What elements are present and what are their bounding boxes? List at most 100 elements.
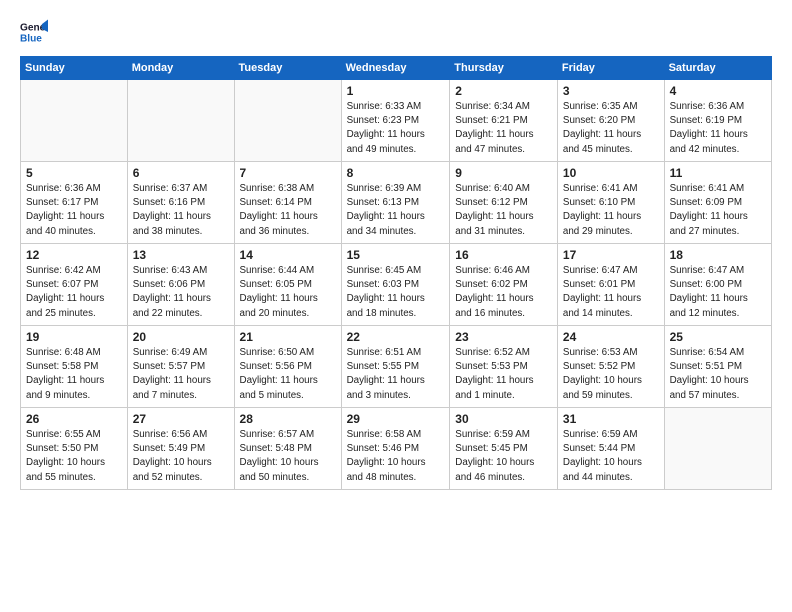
day-info: Sunrise: 6:45 AM Sunset: 6:03 PM Dayligh… [347,264,445,321]
day-number: 14 [240,248,336,262]
day-number: 5 [26,166,122,180]
week-row-4: 19 Sunrise: 6:48 AM Sunset: 5:58 PM Dayli… [21,326,772,408]
calendar-cell: 15 Sunrise: 6:45 AM Sunset: 6:03 PM Dayli… [341,244,450,326]
calendar-cell: 8 Sunrise: 6:39 AM Sunset: 6:13 PM Daylig… [341,162,450,244]
calendar-cell [21,80,128,162]
day-info: Sunrise: 6:52 AM Sunset: 5:53 PM Dayligh… [455,346,552,403]
day-info: Sunrise: 6:44 AM Sunset: 6:05 PM Dayligh… [240,264,336,321]
header: General Blue [20,18,772,46]
day-info: Sunrise: 6:36 AM Sunset: 6:17 PM Dayligh… [26,182,122,239]
week-row-1: 1Sunrise: 6:33 AM Sunset: 6:23 PM Daylig… [21,80,772,162]
calendar-table: SundayMondayTuesdayWednesdayThursdayFrid… [20,56,772,490]
day-info: Sunrise: 6:35 AM Sunset: 6:20 PM Dayligh… [563,100,659,157]
day-info: Sunrise: 6:48 AM Sunset: 5:58 PM Dayligh… [26,346,122,403]
day-info: Sunrise: 6:47 AM Sunset: 6:01 PM Dayligh… [563,264,659,321]
weekday-monday: Monday [127,57,234,80]
day-number: 16 [455,248,552,262]
day-number: 7 [240,166,336,180]
day-number: 2 [455,84,552,98]
day-info: Sunrise: 6:39 AM Sunset: 6:13 PM Dayligh… [347,182,445,239]
day-number: 30 [455,412,552,426]
calendar-cell [234,80,341,162]
calendar-cell: 19 Sunrise: 6:48 AM Sunset: 5:58 PM Dayli… [21,326,128,408]
day-number: 31 [563,412,659,426]
calendar-cell: 9Sunrise: 6:40 AM Sunset: 6:12 PM Daylig… [450,162,558,244]
day-number: 28 [240,412,336,426]
day-number: 19 [26,330,122,344]
day-number: 25 [670,330,766,344]
calendar-cell: 13Sunrise: 6:43 AM Sunset: 6:06 PM Dayli… [127,244,234,326]
day-number: 3 [563,84,659,98]
calendar-cell: 5 Sunrise: 6:36 AM Sunset: 6:17 PM Daylig… [21,162,128,244]
calendar-cell: 6Sunrise: 6:37 AM Sunset: 6:16 PM Daylig… [127,162,234,244]
day-number: 23 [455,330,552,344]
weekday-saturday: Saturday [664,57,771,80]
weekday-tuesday: Tuesday [234,57,341,80]
logo: General Blue [20,18,48,46]
calendar-cell: 7 Sunrise: 6:38 AM Sunset: 6:14 PM Daylig… [234,162,341,244]
weekday-sunday: Sunday [21,57,128,80]
day-info: Sunrise: 6:41 AM Sunset: 6:09 PM Dayligh… [670,182,766,239]
day-info: Sunrise: 6:58 AM Sunset: 5:46 PM Dayligh… [347,428,445,485]
calendar-cell: 21 Sunrise: 6:50 AM Sunset: 5:56 PM Dayli… [234,326,341,408]
weekday-friday: Friday [557,57,664,80]
day-info: Sunrise: 6:47 AM Sunset: 6:00 PM Dayligh… [670,264,766,321]
day-number: 27 [133,412,229,426]
calendar-cell: 26 Sunrise: 6:55 AM Sunset: 5:50 PM Dayli… [21,408,128,490]
day-number: 1 [347,84,445,98]
day-info: Sunrise: 6:57 AM Sunset: 5:48 PM Dayligh… [240,428,336,485]
weekday-header-row: SundayMondayTuesdayWednesdayThursdayFrid… [21,57,772,80]
day-number: 8 [347,166,445,180]
day-info: Sunrise: 6:41 AM Sunset: 6:10 PM Dayligh… [563,182,659,239]
day-number: 20 [133,330,229,344]
day-number: 22 [347,330,445,344]
calendar-cell: 23 Sunrise: 6:52 AM Sunset: 5:53 PM Dayli… [450,326,558,408]
calendar-cell: 30 Sunrise: 6:59 AM Sunset: 5:45 PM Dayli… [450,408,558,490]
day-info: Sunrise: 6:50 AM Sunset: 5:56 PM Dayligh… [240,346,336,403]
calendar-cell: 16 Sunrise: 6:46 AM Sunset: 6:02 PM Dayli… [450,244,558,326]
day-info: Sunrise: 6:53 AM Sunset: 5:52 PM Dayligh… [563,346,659,403]
day-info: Sunrise: 6:40 AM Sunset: 6:12 PM Dayligh… [455,182,552,239]
day-number: 26 [26,412,122,426]
day-number: 6 [133,166,229,180]
weekday-wednesday: Wednesday [341,57,450,80]
day-number: 21 [240,330,336,344]
day-info: Sunrise: 6:49 AM Sunset: 5:57 PM Dayligh… [133,346,229,403]
day-info: Sunrise: 6:38 AM Sunset: 6:14 PM Dayligh… [240,182,336,239]
calendar-cell: 28 Sunrise: 6:57 AM Sunset: 5:48 PM Dayli… [234,408,341,490]
page-container: General Blue SundayMondayTuesdayWednesda… [0,0,792,612]
day-number: 15 [347,248,445,262]
calendar-cell: 14 Sunrise: 6:44 AM Sunset: 6:05 PM Dayli… [234,244,341,326]
logo-icon: General Blue [20,18,48,46]
week-row-2: 5 Sunrise: 6:36 AM Sunset: 6:17 PM Daylig… [21,162,772,244]
day-info: Sunrise: 6:42 AM Sunset: 6:07 PM Dayligh… [26,264,122,321]
calendar-cell: 4Sunrise: 6:36 AM Sunset: 6:19 PM Daylig… [664,80,771,162]
calendar-cell: 12 Sunrise: 6:42 AM Sunset: 6:07 PM Dayli… [21,244,128,326]
day-number: 12 [26,248,122,262]
day-info: Sunrise: 6:46 AM Sunset: 6:02 PM Dayligh… [455,264,552,321]
calendar-cell: 31Sunrise: 6:59 AM Sunset: 5:44 PM Dayli… [557,408,664,490]
day-number: 24 [563,330,659,344]
day-number: 29 [347,412,445,426]
day-info: Sunrise: 6:43 AM Sunset: 6:06 PM Dayligh… [133,264,229,321]
calendar-cell: 29 Sunrise: 6:58 AM Sunset: 5:46 PM Dayli… [341,408,450,490]
day-info: Sunrise: 6:55 AM Sunset: 5:50 PM Dayligh… [26,428,122,485]
calendar-cell: 2 Sunrise: 6:34 AM Sunset: 6:21 PM Daylig… [450,80,558,162]
svg-text:Blue: Blue [20,33,42,44]
day-number: 17 [563,248,659,262]
calendar-cell: 20 Sunrise: 6:49 AM Sunset: 5:57 PM Dayli… [127,326,234,408]
calendar-cell: 17 Sunrise: 6:47 AM Sunset: 6:01 PM Dayli… [557,244,664,326]
day-info: Sunrise: 6:54 AM Sunset: 5:51 PM Dayligh… [670,346,766,403]
calendar-cell: 25 Sunrise: 6:54 AM Sunset: 5:51 PM Dayli… [664,326,771,408]
calendar-cell: 27 Sunrise: 6:56 AM Sunset: 5:49 PM Dayli… [127,408,234,490]
day-info: Sunrise: 6:59 AM Sunset: 5:45 PM Dayligh… [455,428,552,485]
calendar-cell: 11Sunrise: 6:41 AM Sunset: 6:09 PM Dayli… [664,162,771,244]
calendar-cell [127,80,234,162]
day-info: Sunrise: 6:56 AM Sunset: 5:49 PM Dayligh… [133,428,229,485]
day-number: 4 [670,84,766,98]
week-row-3: 12 Sunrise: 6:42 AM Sunset: 6:07 PM Dayli… [21,244,772,326]
calendar-cell: 1Sunrise: 6:33 AM Sunset: 6:23 PM Daylig… [341,80,450,162]
day-info: Sunrise: 6:34 AM Sunset: 6:21 PM Dayligh… [455,100,552,157]
day-number: 18 [670,248,766,262]
calendar-cell: 10Sunrise: 6:41 AM Sunset: 6:10 PM Dayli… [557,162,664,244]
